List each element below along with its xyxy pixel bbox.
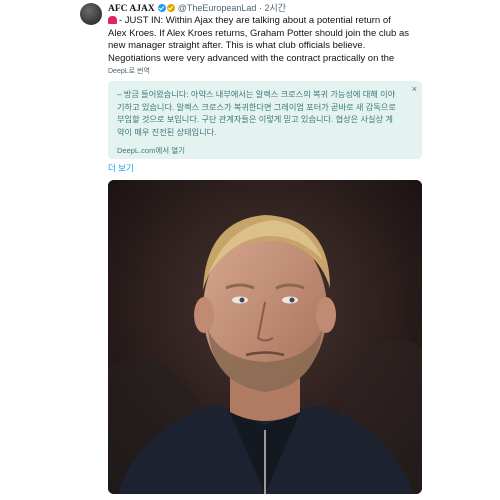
avatar[interactable]	[80, 3, 102, 25]
display-name[interactable]: AFC AJAX	[108, 4, 155, 14]
verified-badge-icon	[157, 4, 166, 12]
tweet-line: - JUST IN: Within Ajax they are talking …	[108, 15, 448, 28]
translation-line: – 방금 들어왔습니다: 아약스 내부에서는 알렉스 크로스의 복귀 가능성에 …	[117, 90, 396, 99]
open-in-deepl-link[interactable]: DeepL.com에서 열기	[117, 145, 185, 156]
photo-of-man-image	[108, 180, 422, 494]
translation-line: 부임할 것으로 보입니다. 구단 관계자들은 이렇게 믿고 있습니다. 협상은 …	[117, 115, 393, 124]
tweet-text: - JUST IN: Within Ajax they are talking …	[108, 15, 448, 65]
separator: ·	[258, 3, 262, 13]
siren-emoji-icon	[108, 16, 117, 24]
affiliate-badge-icon	[166, 4, 175, 12]
tweet-photo[interactable]	[108, 180, 422, 494]
translation-line: 기하고 있습니다. 알렉스 크로스가 복귀한다면 그레이엄 포터가 곧바로 새 …	[117, 102, 396, 112]
translation-line: 약이 매우 진전된 상태입니다.	[117, 127, 217, 137]
tweet-line: Negotiations were very advanced with the…	[108, 52, 395, 64]
tweet-header: AFC AJAX @TheEuropeanLad · 2시간	[108, 3, 286, 15]
translate-with-deepl-link[interactable]: DeepL로 번역	[108, 66, 150, 76]
handle[interactable]: @TheEuropeanLad	[178, 3, 257, 13]
translation-panel: – 방금 들어왔습니다: 아약스 내부에서는 알렉스 크로스의 복귀 가능성에 …	[108, 81, 422, 159]
close-translation-icon[interactable]: ×	[412, 84, 417, 94]
show-more-link[interactable]: 더 보기	[108, 162, 134, 174]
translation-text: – 방금 들어왔습니다: 아약스 내부에서는 알렉스 크로스의 복귀 가능성에 …	[117, 89, 409, 139]
tweet-line: new manager straight after. This is what…	[108, 40, 366, 52]
timestamp[interactable]: 2시간	[264, 3, 286, 13]
tweet-line: Alex Kroes. If Alex Kroes returns, Graha…	[108, 27, 409, 39]
